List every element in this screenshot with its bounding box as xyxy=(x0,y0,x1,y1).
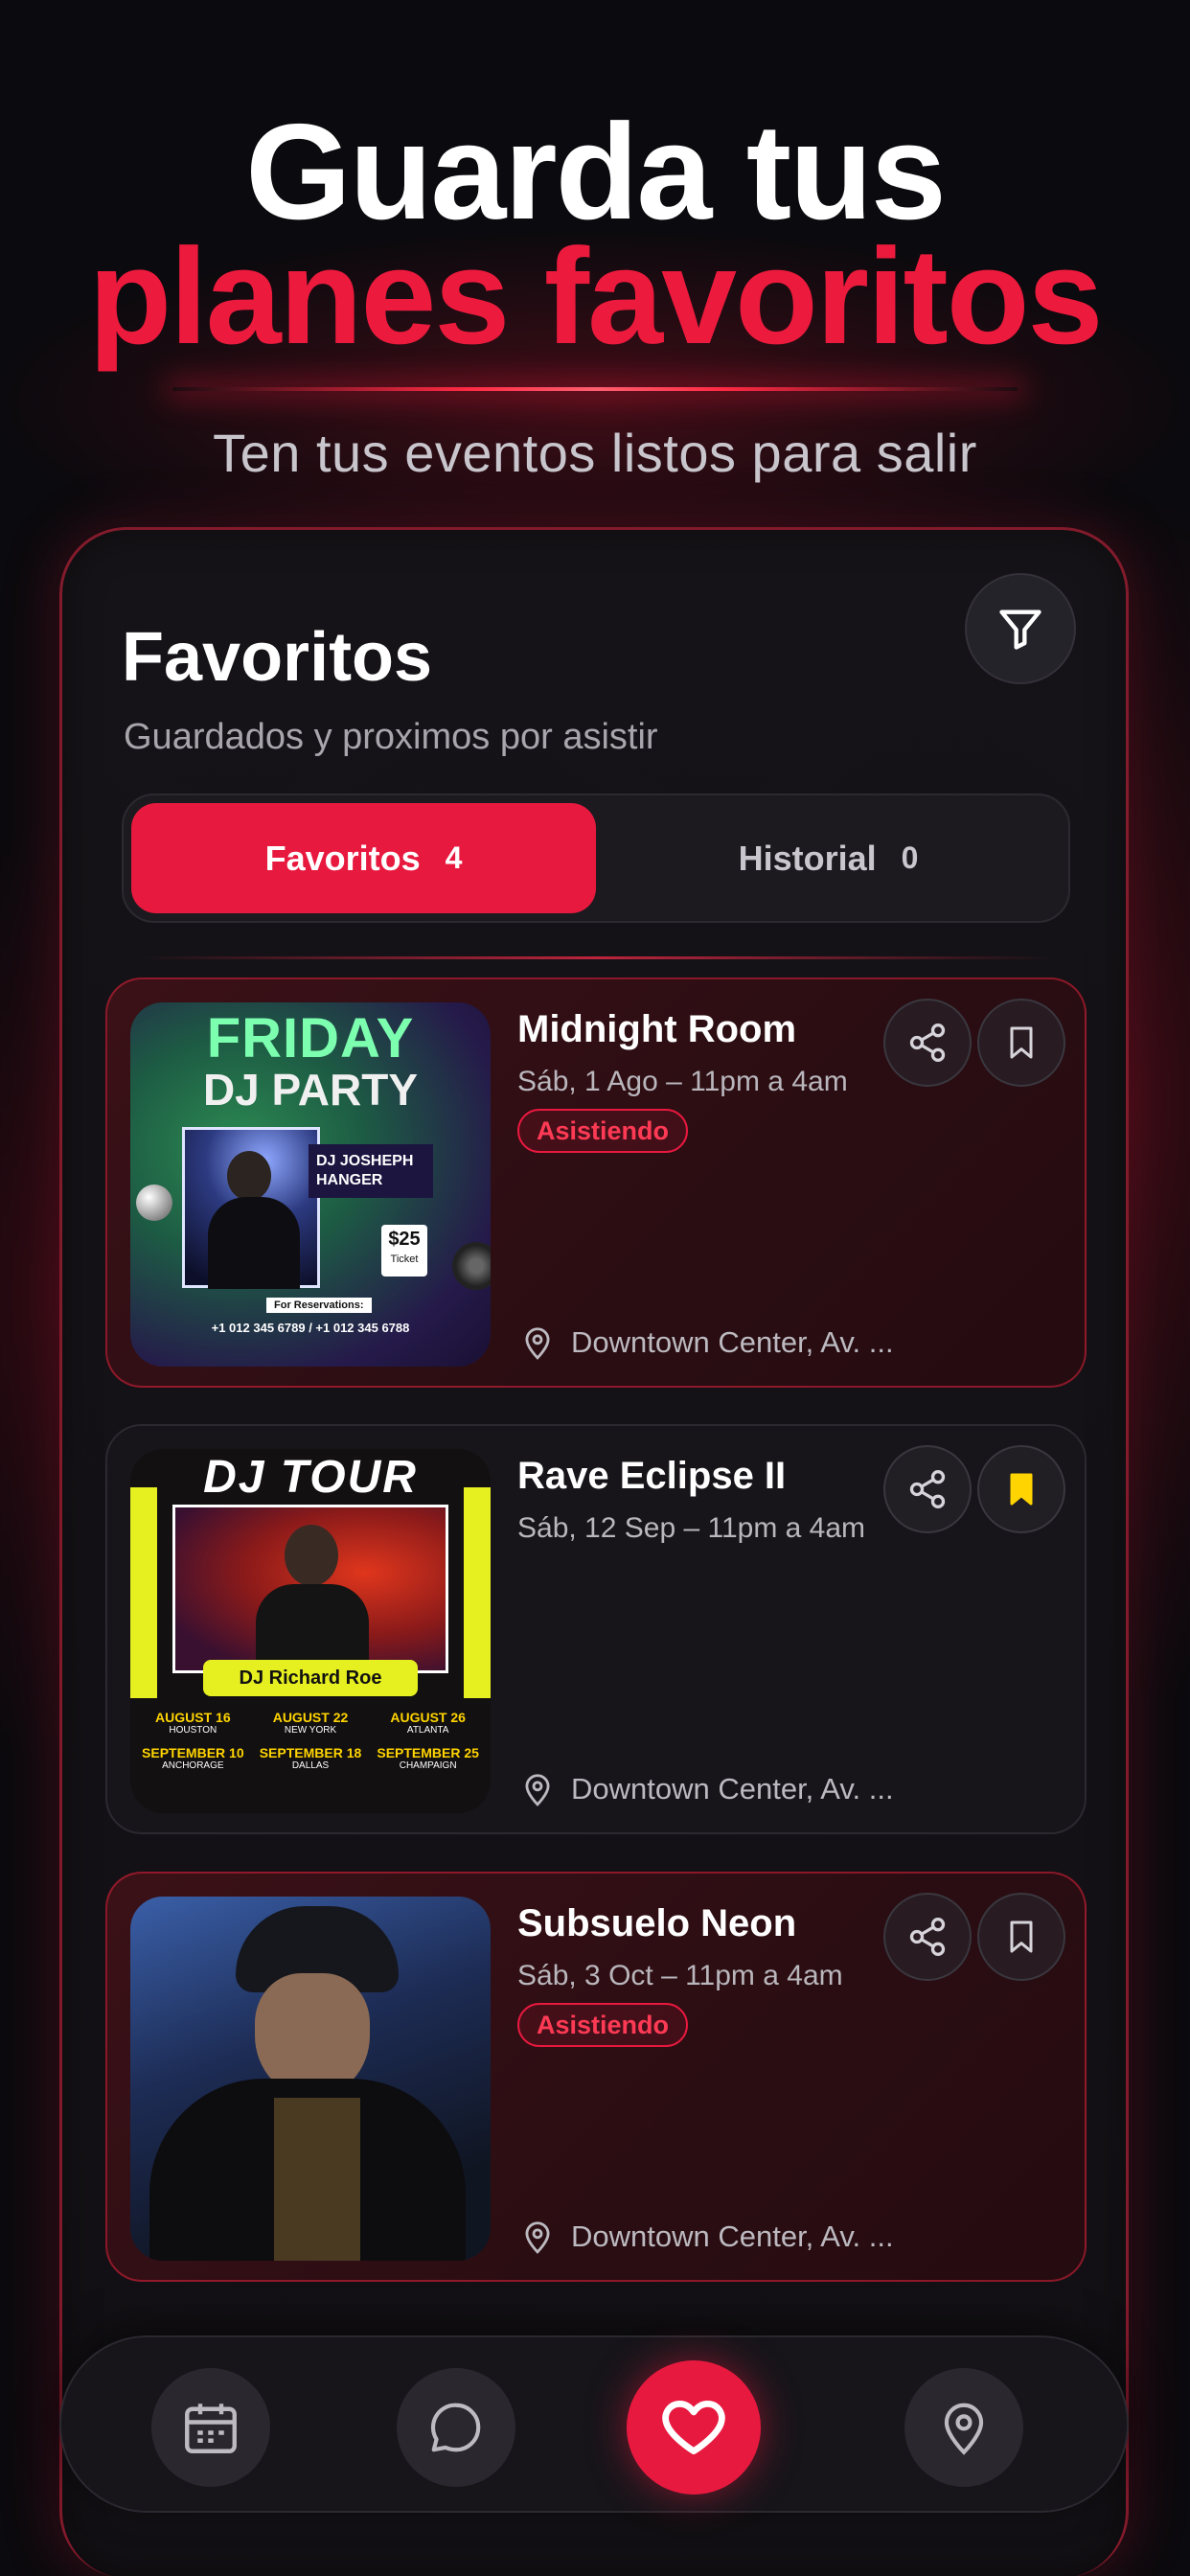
share-button[interactable] xyxy=(883,999,972,1087)
reservations-label: For Reservations: xyxy=(266,1298,372,1313)
tab-count: 4 xyxy=(445,840,463,875)
tour-date: AUGUST 16 HOUSTON xyxy=(155,1710,231,1736)
bookmark-button-saved[interactable] xyxy=(977,1445,1065,1533)
price-value: $25 xyxy=(388,1229,421,1250)
hero-line-2: planes favoritos xyxy=(88,220,1104,373)
filter-button[interactable] xyxy=(965,573,1076,684)
tour-date: AUGUST 26 ATLANTA xyxy=(390,1710,466,1736)
share-button[interactable] xyxy=(883,1893,972,1981)
location-pin-icon xyxy=(525,1327,550,1360)
tour-date: SEPTEMBER 10 ANCHORAGE xyxy=(142,1745,244,1771)
favorites-panel: Favoritos Guardados y proximos por asist… xyxy=(59,527,1129,2576)
hero-headline: Guarda tus planes favoritos xyxy=(0,96,1190,373)
shirt-shape xyxy=(274,2098,360,2261)
event-location: Downtown Center, Av. ... xyxy=(519,1324,894,1361)
dj-photo xyxy=(172,1505,448,1676)
dj-name: DJ JOSHEPH HANGER xyxy=(309,1144,433,1198)
status-badge: Asistiendo xyxy=(517,2003,689,2047)
speaker-shape xyxy=(452,1242,491,1290)
location-text: Downtown Center, Av. ... xyxy=(571,2220,894,2253)
hero-line-1: Guarda tus xyxy=(245,96,947,248)
bookmark-icon xyxy=(1010,1920,1033,1953)
nav-chat[interactable] xyxy=(397,2368,515,2487)
event-poster: DJ TOUR DJ Richard Roe AUGUST 16 HOUSTON … xyxy=(130,1449,491,1813)
event-card[interactable]: Subsuelo Neon Sáb, 3 Oct – 11pm a 4am As… xyxy=(105,1872,1087,2282)
bookmark-filled-icon xyxy=(1010,1473,1033,1506)
tab-historial[interactable]: Historial 0 xyxy=(596,803,1061,913)
event-card[interactable]: DJ TOUR DJ Richard Roe AUGUST 16 HOUSTON … xyxy=(105,1424,1087,1834)
location-pin-icon xyxy=(525,2221,550,2254)
share-button[interactable] xyxy=(883,1445,972,1533)
hero-tagline: Ten tus eventos listos para salir xyxy=(213,423,977,483)
event-location: Downtown Center, Av. ... xyxy=(519,1771,894,1807)
bookmark-button[interactable] xyxy=(977,999,1065,1087)
share-icon xyxy=(909,1024,946,1062)
poster-frame-right xyxy=(464,1487,491,1698)
event-card[interactable]: FRIDAY DJ PARTY DJ JOSHEPH HANGER $25 Ti… xyxy=(105,978,1087,1388)
tour-date: SEPTEMBER 25 CHAMPAIGN xyxy=(377,1745,479,1771)
price-note: Ticket xyxy=(390,1254,419,1265)
dj-name-banner: DJ Richard Roe xyxy=(203,1660,418,1696)
glow-divider xyxy=(172,387,1018,391)
bookmark-icon xyxy=(1010,1026,1033,1059)
chat-icon xyxy=(430,2403,481,2452)
event-date: Sáb, 12 Sep – 11pm a 4am xyxy=(517,1512,866,1544)
panel-subtitle: Guardados y proximos por asistir xyxy=(124,717,658,757)
event-title: Rave Eclipse II xyxy=(517,1455,787,1497)
nav-calendar[interactable] xyxy=(151,2368,270,2487)
tab-count: 0 xyxy=(901,840,919,875)
location-text: Downtown Center, Av. ... xyxy=(571,1772,894,1806)
app-screen: Guarda tus planes favoritos Ten tus even… xyxy=(0,0,1190,2576)
tour-dates: AUGUST 16 HOUSTON AUGUST 22 NEW YORK AUGUS… xyxy=(134,1710,487,1771)
dj-photo xyxy=(182,1127,320,1289)
event-poster: FRIDAY DJ PARTY DJ JOSHEPH HANGER $25 Ti… xyxy=(130,1002,491,1367)
poster-subtitle: DJ PARTY xyxy=(202,1065,419,1115)
event-date: Sáb, 3 Oct – 11pm a 4am xyxy=(517,1960,843,1991)
ticket-price: $25 Ticket xyxy=(381,1225,427,1276)
event-date: Sáb, 1 Ago – 11pm a 4am xyxy=(517,1066,848,1097)
location-pin-icon xyxy=(944,2403,984,2455)
poster-phones: +1 012 345 6789 / +1 012 345 6788 xyxy=(211,1321,410,1335)
tab-favoritos[interactable]: Favoritos 4 xyxy=(131,803,596,913)
panel-title: Favoritos xyxy=(122,619,433,696)
nav-favorites[interactable] xyxy=(627,2360,761,2495)
poster-title: FRIDAY xyxy=(206,1007,415,1070)
location-text: Downtown Center, Av. ... xyxy=(571,1325,894,1359)
bookmark-button[interactable] xyxy=(977,1893,1065,1981)
event-title: Midnight Room xyxy=(517,1008,797,1050)
event-location: Downtown Center, Av. ... xyxy=(519,2219,894,2255)
nav-map[interactable] xyxy=(904,2368,1023,2487)
status-badge: Asistiendo xyxy=(517,1109,689,1153)
tab-label: Favoritos xyxy=(264,838,421,878)
tab-bar: Favoritos 4 Historial 0 xyxy=(122,794,1070,923)
poster-title: DJ TOUR xyxy=(203,1452,418,1503)
bottom-nav xyxy=(59,2335,1129,2513)
calendar-icon xyxy=(185,2404,237,2453)
share-icon xyxy=(909,1918,946,1956)
event-title: Subsuelo Neon xyxy=(517,1902,797,1944)
disco-ball xyxy=(136,1184,172,1221)
tab-label: Historial xyxy=(738,838,877,878)
section-divider xyxy=(139,956,1055,959)
share-icon xyxy=(909,1470,946,1508)
event-photo xyxy=(130,1897,491,2261)
tour-date: SEPTEMBER 18 DALLAS xyxy=(259,1745,362,1771)
poster-frame-left xyxy=(130,1487,157,1698)
location-pin-icon xyxy=(525,1774,550,1806)
heart-icon xyxy=(662,2400,725,2455)
filter-icon xyxy=(999,610,1041,650)
tour-date: AUGUST 22 NEW YORK xyxy=(272,1710,349,1736)
